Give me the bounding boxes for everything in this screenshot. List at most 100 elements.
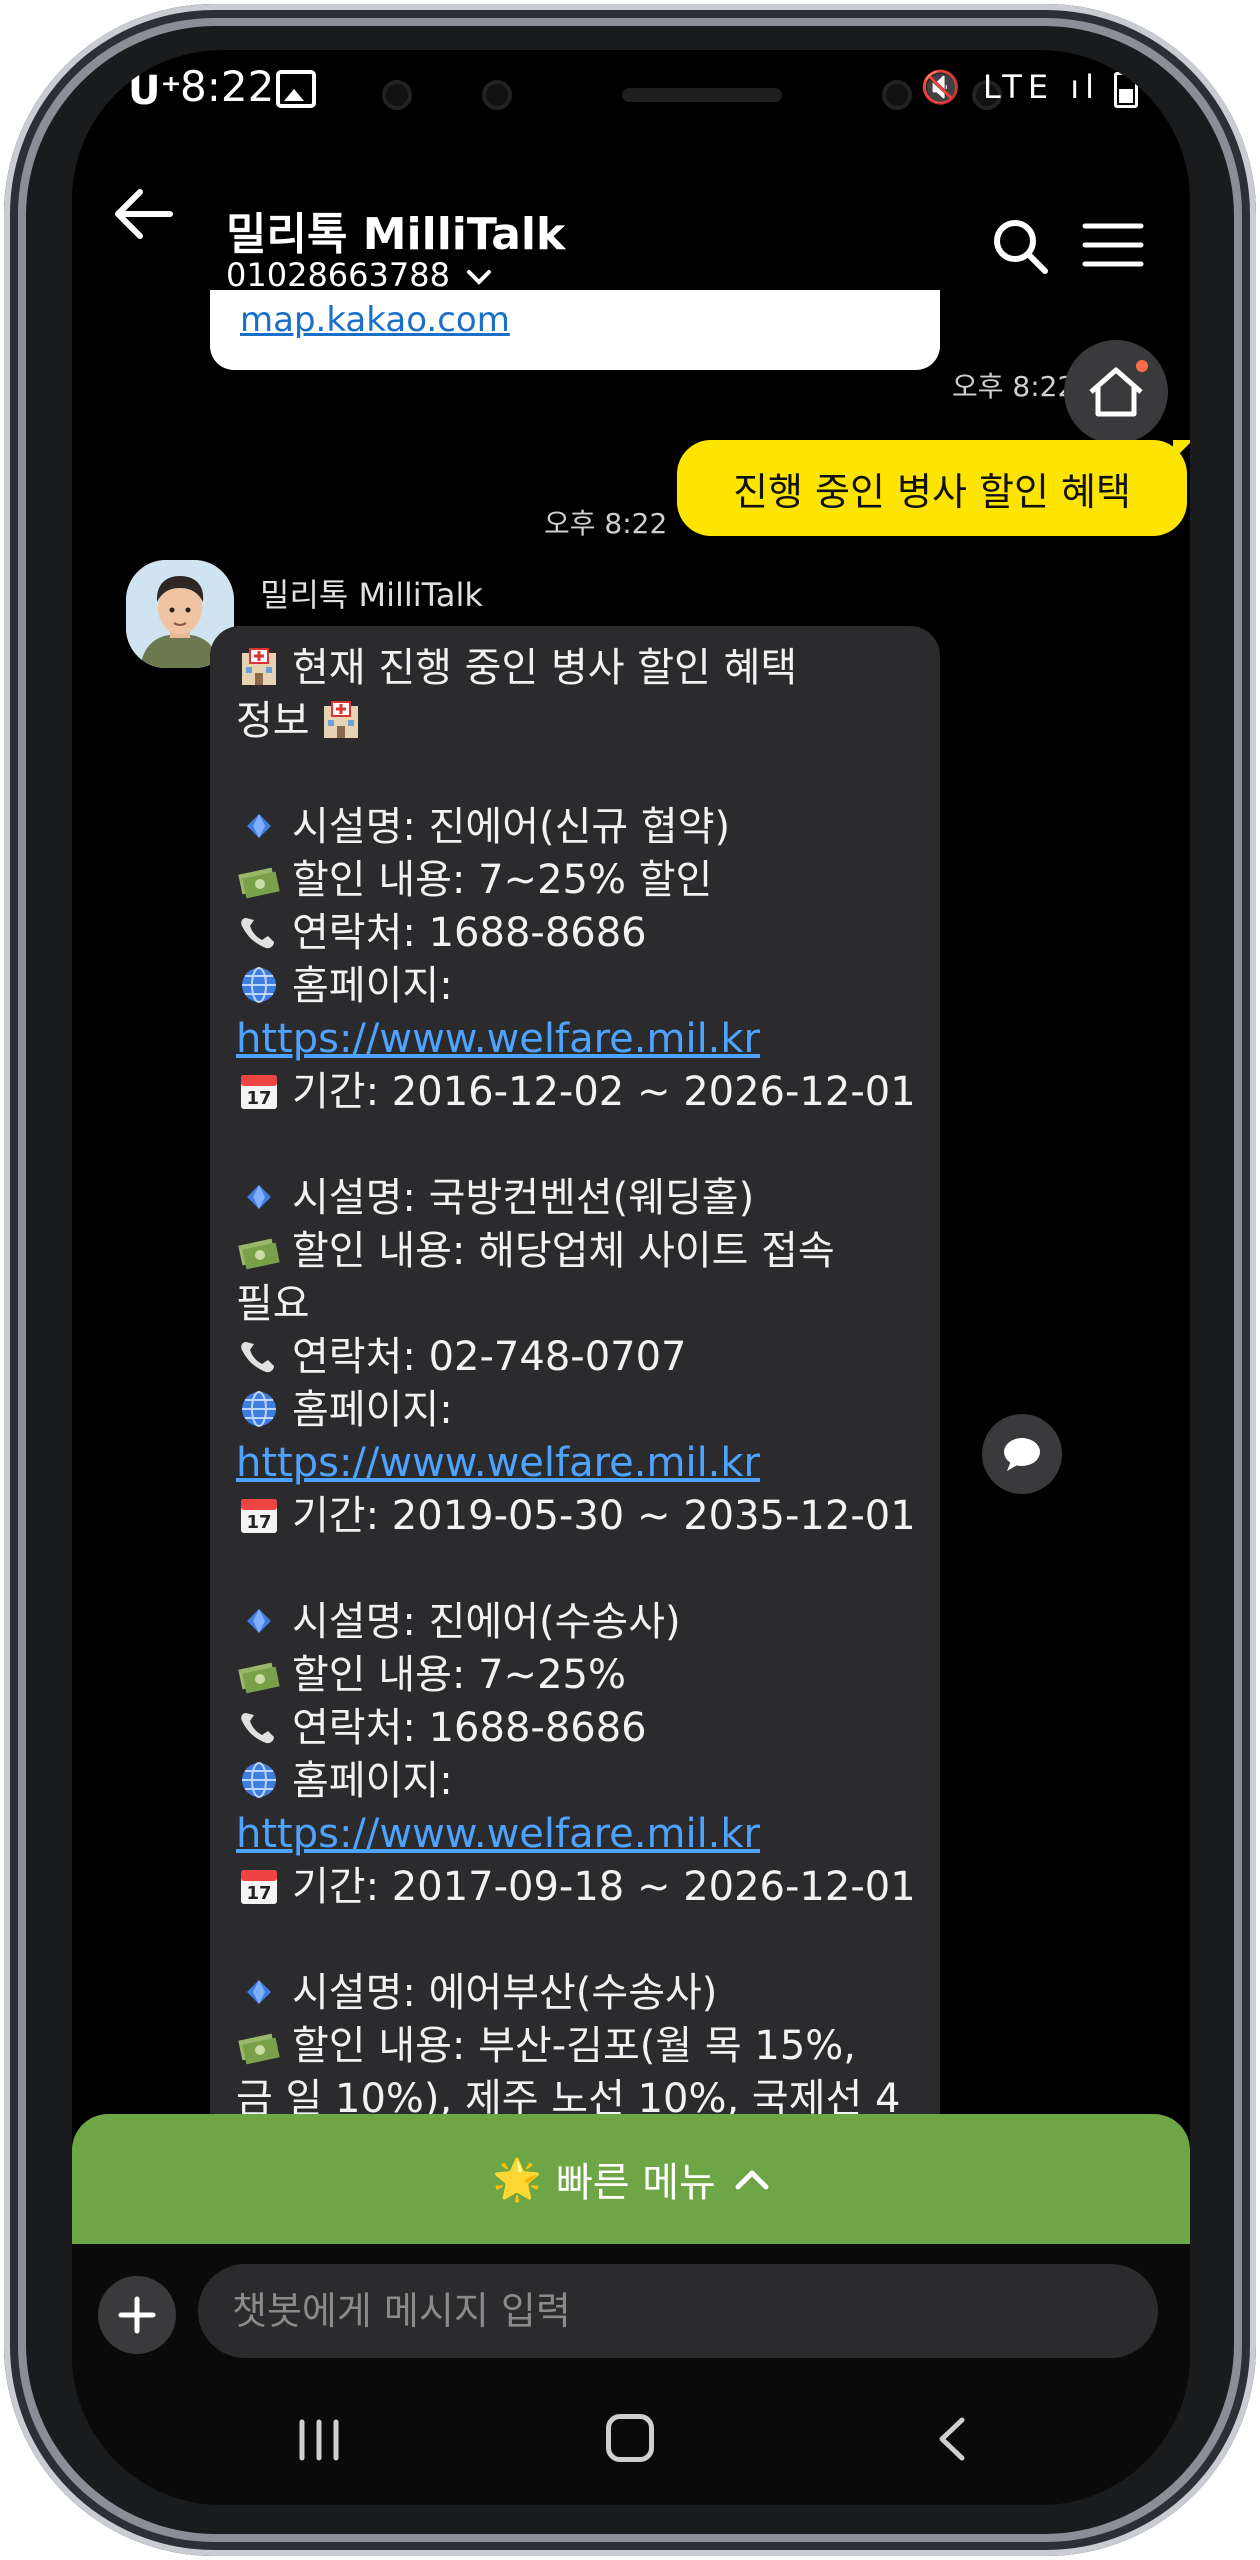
nav-home-icon[interactable] (606, 2414, 654, 2462)
message-line-text: 필요 (236, 1281, 310, 1327)
homepage-link[interactable]: https://www.welfare.mil.kr (236, 1016, 760, 1062)
recent-apps-icon[interactable] (294, 2418, 344, 2462)
message-line-text: 시설명: 에어부산(수송사) (292, 1970, 718, 2016)
quick-menu-label: 빠른 메뉴 (555, 2160, 716, 2206)
money-icon (236, 1228, 292, 1274)
link-message-bubble: map.kakao.com (210, 290, 940, 370)
message-line: https://www.welfare.mil.kr (236, 1808, 926, 1861)
chevron-up-icon (735, 2170, 769, 2190)
chat-title: 밀리톡 MilliTalk (226, 209, 566, 260)
message-line-text: 홈페이지: (292, 1758, 453, 1804)
star-icon: 🌟 (492, 2156, 542, 2203)
message-line-text: 시설명: 국방컨벤션(웨딩홀) (292, 1175, 755, 1221)
money-icon (236, 1652, 292, 1698)
message-timestamp: 오후 8:22 (952, 370, 1076, 403)
calendar-icon: 17 (236, 1864, 292, 1910)
hospital-icon (318, 698, 374, 744)
globe-icon (236, 1387, 292, 1433)
message-line: 할인 내용: 부산-김포(월 목 15%, (236, 2020, 926, 2073)
message-line (236, 1119, 926, 1172)
message-line: 필요 (236, 1278, 926, 1331)
message-line: 17 기간: 2019-05-30 ~ 2035-12-01 (236, 1490, 926, 1543)
money-icon (236, 2023, 292, 2069)
camera-lens-icon (382, 80, 412, 110)
speech-bubble-icon (1004, 1438, 1040, 1471)
status-time: 8:22 (180, 62, 275, 111)
phone-number: 01028663788 (226, 256, 450, 294)
message-line-text: 연락처: 1688-8686 (292, 1705, 647, 1751)
phone-icon (236, 1334, 292, 1380)
money-icon (236, 857, 292, 903)
diamond-icon (236, 1970, 292, 2016)
message-line-text: 기간: 2017-09-18 ~ 2026-12-01 (292, 1864, 916, 1910)
quick-menu-button[interactable]: 🌟 빠른 메뉴 (72, 2114, 1190, 2244)
calendar-icon: 17 (236, 1069, 292, 1115)
chevron-down-icon (467, 270, 492, 285)
diamond-icon (236, 1175, 292, 1221)
diamond-icon (236, 804, 292, 850)
attach-button[interactable] (98, 2276, 176, 2354)
carrier-label: U⁺ (128, 68, 182, 114)
notification-dot (1136, 360, 1148, 372)
message-line-text: 연락처: 1688-8686 (292, 910, 647, 956)
message-timestamp: 오후 8:22 (544, 507, 668, 540)
message-line: https://www.welfare.mil.kr (236, 1437, 926, 1490)
message-line-text: 현재 진행 중인 병사 할인 혜택 (292, 645, 798, 691)
map-link[interactable]: map.kakao.com (240, 300, 510, 340)
message-line: 17 기간: 2016-12-02 ~ 2026-12-01 (236, 1066, 926, 1119)
svg-text:17: 17 (246, 1883, 271, 1904)
input-bar (72, 2244, 1190, 2374)
camera-cutout (322, 60, 1022, 130)
message-line-text: 기간: 2019-05-30 ~ 2035-12-01 (292, 1493, 916, 1539)
screen: U⁺ 8:22 🔇 LTE ıl 밀리톡 MilliTalk 010286637… (72, 50, 1190, 2505)
message-line-text: 할인 내용: 부산-김포(월 목 15%, (292, 2023, 856, 2069)
message-line: 연락처: 1688-8686 (236, 907, 926, 960)
search-icon[interactable] (990, 216, 1050, 276)
message-line-text: 시설명: 진에어(신규 협약) (292, 804, 731, 850)
message-line-text: 홈페이지: (292, 1387, 453, 1433)
nav-back-icon[interactable] (932, 2414, 972, 2464)
android-nav-bar (72, 2374, 1190, 2505)
message-line-text: 할인 내용: 7~25% (292, 1652, 626, 1698)
chat-bubble-button[interactable] (982, 1414, 1062, 1494)
phone-icon (236, 910, 292, 956)
gallery-icon (276, 70, 316, 108)
bot-message-text: 현재 진행 중인 병사 할인 혜택 정보 시설명: 진에어(신규 협약) 할인 내용:… (236, 642, 926, 2170)
svg-text:17: 17 (246, 1512, 271, 1533)
globe-icon (236, 963, 292, 1009)
message-line (236, 1543, 926, 1596)
account-selector[interactable]: 01028663788 (226, 256, 492, 294)
message-line: 시설명: 에어부산(수송사) (236, 1967, 926, 2020)
message-line-text: 정보 (236, 698, 310, 744)
svg-text:17: 17 (246, 1088, 271, 1109)
message-line: 연락처: 02-748-0707 (236, 1331, 926, 1384)
message-line-text: 연락처: 02-748-0707 (292, 1334, 687, 1380)
message-line-text: 기간: 2016-12-02 ~ 2026-12-01 (292, 1069, 916, 1115)
homepage-link[interactable]: https://www.welfare.mil.kr (236, 1811, 760, 1857)
camera-lens-icon (882, 80, 912, 110)
message-input[interactable] (198, 2264, 1158, 2358)
message-line-text: 할인 내용: 해당업체 사이트 접속 (292, 1228, 835, 1274)
message-line: 정보 (236, 695, 926, 748)
chat-area[interactable]: map.kakao.com 오후 8:22 진행 중인 병사 할인 혜택 오후 … (72, 290, 1190, 2170)
camera-lens-icon (482, 80, 512, 110)
home-button[interactable] (1064, 340, 1168, 444)
speaker-grille (622, 88, 782, 102)
system-status-icons: 🔇 LTE ıl (920, 68, 1100, 106)
message-line: 할인 내용: 7~25% 할인 (236, 854, 926, 907)
message-line: 시설명: 진에어(수송사) (236, 1596, 926, 1649)
message-line: 시설명: 국방컨벤션(웨딩홀) (236, 1172, 926, 1225)
message-line (236, 1914, 926, 1967)
message-line: https://www.welfare.mil.kr (236, 1013, 926, 1066)
message-line: 17 기간: 2017-09-18 ~ 2026-12-01 (236, 1861, 926, 1914)
message-line (236, 748, 926, 801)
message-line: 시설명: 진에어(신규 협약) (236, 801, 926, 854)
message-line: 홈페이지: (236, 1755, 926, 1808)
home-icon (1089, 367, 1143, 417)
homepage-link[interactable]: https://www.welfare.mil.kr (236, 1440, 760, 1486)
hamburger-menu-icon[interactable] (1082, 222, 1144, 268)
back-arrow-icon[interactable] (110, 184, 180, 244)
sender-name: 밀리톡 MilliTalk (260, 576, 483, 614)
message-line: 홈페이지: (236, 1384, 926, 1437)
phone-icon (236, 1705, 292, 1751)
